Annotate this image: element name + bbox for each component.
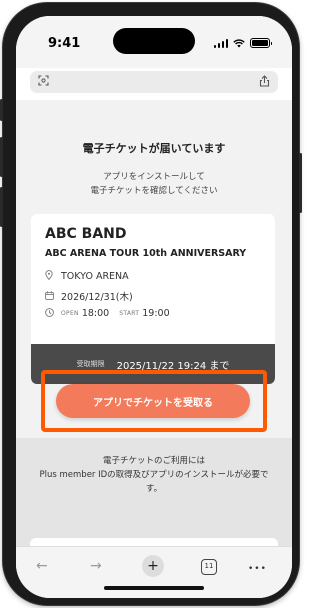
artist-name: ABC BAND — [45, 226, 127, 242]
date-row: 2026/12/31(木) — [45, 289, 133, 303]
back-arrow-icon[interactable]: ← — [36, 557, 48, 575]
location-pin-icon — [45, 270, 57, 282]
cellular-signal-icon — [213, 38, 228, 48]
start-label: START — [119, 310, 140, 317]
page-content: 電子チケットが届いています アプリをインストールして 電子チケットを確認してくだ… — [16, 100, 292, 558]
power-button — [299, 153, 302, 213]
instruction-line-1: アプリをインストールして — [103, 172, 205, 182]
page-title: 電子チケットが届いています — [82, 142, 226, 155]
screen: 9:41 電子チケットが届いています アプリをインストールして 電子チケットを確… — [16, 16, 292, 598]
event-date: 2026/12/31(木) — [61, 292, 133, 303]
venue-row: TOKYO ARENA — [45, 270, 129, 282]
status-icons — [213, 38, 272, 48]
receive-ticket-button[interactable]: アプリでチケットを受取る — [56, 384, 250, 418]
deadline-label: 受取期限 — [76, 360, 105, 368]
volume-up-button — [0, 137, 3, 177]
clock-icon — [45, 308, 57, 319]
calendar-icon — [45, 290, 57, 302]
home-indicator — [104, 586, 204, 590]
new-tab-button[interactable]: + — [142, 555, 164, 577]
ticket-card: ABC BAND ABC ARENA TOUR 10th ANNIVERSARY… — [31, 214, 275, 384]
dynamic-island — [113, 28, 195, 54]
browser-toolbar: ← → + 11 ••• — [16, 546, 292, 598]
phone-frame: 9:41 電子チケットが届いています アプリをインストールして 電子チケットを確… — [0, 3, 302, 605]
action-button — [0, 99, 3, 121]
wifi-icon — [233, 38, 245, 47]
more-menu-icon[interactable]: ••• — [248, 560, 267, 578]
address-bar[interactable] — [30, 71, 278, 93]
open-label: OPEN — [61, 310, 79, 317]
info-section: 電子チケットのご利用には Plus member IDの取得及びアプリのインスト… — [16, 438, 292, 558]
tour-name: ABC ARENA TOUR 10th ANNIVERSARY — [45, 248, 247, 259]
forward-arrow-icon[interactable]: → — [90, 557, 102, 575]
battery-icon — [250, 38, 272, 48]
share-icon[interactable] — [259, 75, 270, 91]
start-time: 19:00 — [142, 308, 170, 319]
time-row: OPEN 18:00 START 19:00 — [45, 308, 170, 319]
instruction-line-2: 電子チケットを確認してください — [90, 186, 218, 196]
status-time: 9:41 — [48, 36, 81, 51]
venue-name: TOKYO ARENA — [61, 270, 129, 282]
tab-count-icon[interactable]: 11 — [201, 559, 217, 575]
volume-down-button — [0, 187, 3, 227]
scan-icon[interactable] — [38, 75, 49, 90]
info-line-3: す。 — [145, 484, 163, 494]
open-time: 18:00 — [81, 308, 110, 319]
info-line-1: 電子チケットのご利用には — [102, 456, 205, 466]
info-line-2: Plus member IDの取得及びアプリのインストールが必要で — [39, 470, 269, 480]
